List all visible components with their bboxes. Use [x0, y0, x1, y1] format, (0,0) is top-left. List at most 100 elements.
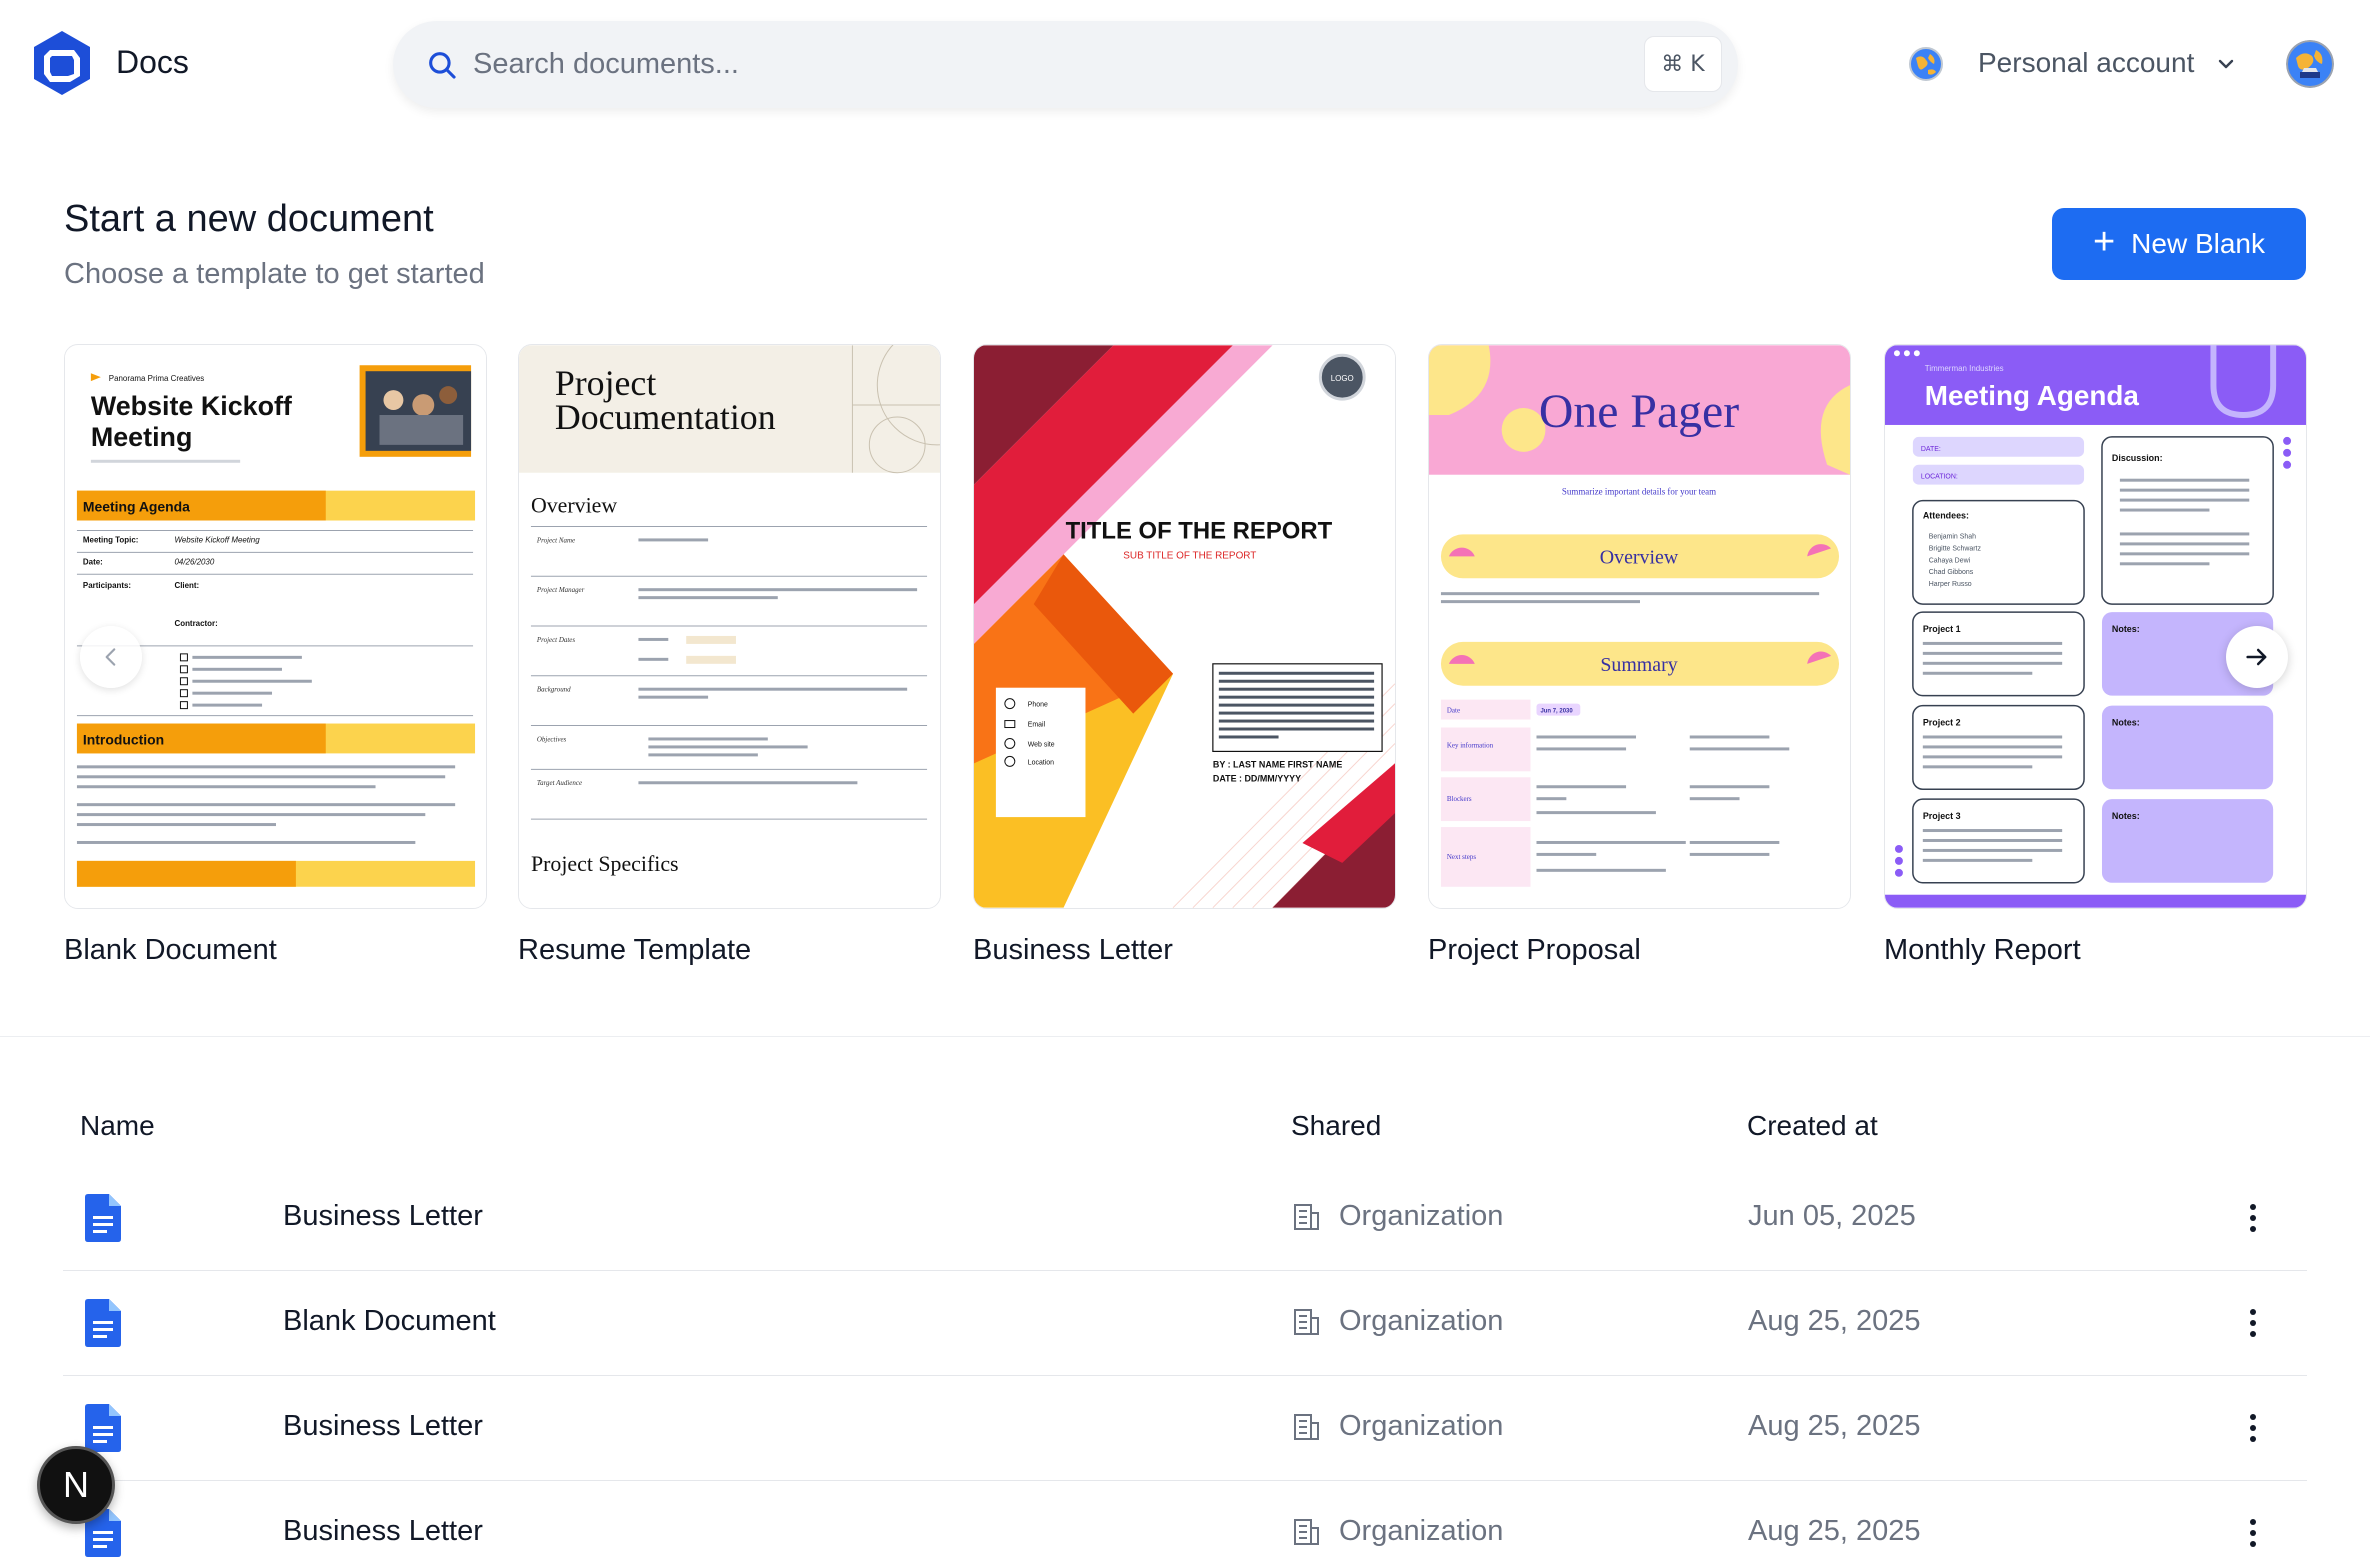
report-contact-email: Email: [1028, 722, 1046, 729]
nextjs-dev-badge[interactable]: N: [37, 1446, 115, 1524]
organization-icon: [1294, 1414, 1319, 1440]
template-card-monthly-report[interactable]: Timmerman Industries Meeting Agenda DATE…: [1884, 344, 2307, 909]
kickoff-row-3: Participants:: [83, 581, 131, 590]
agenda-attendee-5: Harper Russo: [1929, 581, 1972, 588]
more-options-icon[interactable]: [2243, 1198, 2263, 1238]
templates-subtitle: Choose a template to get started: [64, 258, 485, 290]
report-title: TITLE OF THE REPORT: [1066, 517, 1333, 544]
arrow-right-icon: [2246, 648, 2267, 666]
organization-icon: [1294, 1204, 1319, 1230]
created-date: Aug 25, 2025: [1748, 1515, 1921, 1547]
user-avatar[interactable]: [2286, 40, 2334, 88]
agenda-attendee-3: Cahaya Dewi: [1929, 557, 1971, 564]
kickoff-section-intro: Introduction: [83, 731, 164, 747]
onepager-summary: Summary: [1600, 654, 1677, 676]
kickoff-row-1: Meeting Topic:: [83, 535, 139, 544]
account-switcher-label[interactable]: Personal account: [1978, 47, 2194, 79]
kickoff-value-1: Website Kickoff Meeting: [174, 535, 260, 544]
template-label-resume-template[interactable]: Resume Template: [518, 934, 751, 967]
template-card-resume-template[interactable]: Project Documentation Overview Project N…: [518, 344, 941, 909]
agenda-project-1: Project 1: [1923, 624, 1961, 634]
kickoff-brand: Panorama Prima Creatives: [109, 374, 204, 383]
column-header-shared[interactable]: Shared: [1291, 1110, 1381, 1142]
report-date: DATE : DD/MM/YYYY: [1213, 773, 1301, 783]
agenda-attendees-title: Attendees:: [1923, 511, 1969, 521]
projdoc-row-6: Target Audience: [537, 779, 582, 787]
onepager-title: One Pager: [1539, 385, 1739, 438]
app-title: Docs: [116, 44, 189, 80]
table-row[interactable]: Business Letter Organization Aug 25, 202…: [63, 1481, 2307, 1560]
carousel-prev-button[interactable]: [80, 626, 142, 688]
template-preview-meeting-agenda: Timmerman Industries Meeting Agenda DATE…: [1885, 345, 2306, 908]
shared-status: Organization: [1339, 1305, 1504, 1337]
document-name[interactable]: Business Letter: [283, 1515, 483, 1548]
more-options-icon[interactable]: [2243, 1303, 2263, 1343]
kickoff-value-3: Client:: [174, 581, 199, 590]
agenda-field-location: LOCATION:: [1921, 474, 1958, 481]
onepager-date-value: Jun 7, 2030: [1540, 709, 1573, 715]
template-card-blank-document[interactable]: Panorama Prima Creatives Website Kickoff…: [64, 344, 487, 909]
carousel-next-button[interactable]: [2226, 626, 2288, 688]
search-input[interactable]: [473, 41, 1533, 87]
more-options-icon[interactable]: [2243, 1513, 2263, 1553]
agenda-project-2: Project 2: [1923, 718, 1961, 728]
report-logo: LOGO: [1331, 374, 1354, 383]
shared-status: Organization: [1339, 1515, 1504, 1547]
report-contact-location: Location: [1028, 759, 1054, 766]
template-preview-one-pager: One Pager Summarize important details fo…: [1429, 345, 1850, 908]
kickoff-value-4: Contractor:: [174, 619, 217, 628]
plus-icon: +: [2092, 221, 2116, 263]
shared-status: Organization: [1339, 1410, 1504, 1442]
projdoc-title-2: Documentation: [555, 397, 776, 437]
kickoff-title-2: Meeting: [91, 422, 192, 452]
agenda-project-3: Project 3: [1923, 811, 1961, 821]
search-icon: [429, 52, 456, 79]
template-preview-project-doc: Project Documentation Overview Project N…: [519, 345, 940, 908]
agenda-notes-1: Notes:: [2112, 624, 2140, 634]
arrow-left-icon: [105, 648, 116, 666]
onepager-row-next: Next steps: [1447, 853, 1476, 861]
projdoc-row-3: Project Dates: [536, 636, 575, 644]
agenda-field-date: DATE:: [1921, 446, 1941, 453]
document-icon: [85, 1404, 121, 1452]
organization-icon: [1294, 1519, 1319, 1545]
top-bar: Docs ⌘ K Personal account: [0, 0, 2370, 130]
docs-logo-icon[interactable]: [30, 28, 94, 98]
account-globe-icon: [1909, 47, 1943, 81]
agenda-notes-3: Notes:: [2112, 811, 2140, 821]
new-blank-label: New Blank: [2131, 228, 2266, 259]
agenda-notes-2: Notes:: [2112, 718, 2140, 728]
kickoff-title-1: Website Kickoff: [91, 391, 292, 421]
document-name[interactable]: Blank Document: [283, 1305, 496, 1338]
shared-status: Organization: [1339, 1200, 1504, 1232]
search-shortcut-hint: ⌘ K: [1644, 36, 1722, 92]
report-subtitle: SUB TITLE OF THE REPORT: [1123, 550, 1256, 561]
chevron-down-icon[interactable]: [2216, 54, 2236, 74]
templates-title: Start a new document: [64, 198, 434, 240]
template-label-blank-document[interactable]: Blank Document: [64, 934, 277, 967]
template-label-monthly-report[interactable]: Monthly Report: [1884, 934, 2081, 967]
search-bar[interactable]: ⌘ K: [393, 21, 1738, 108]
template-card-project-proposal[interactable]: One Pager Summarize important details fo…: [1428, 344, 1851, 909]
onepager-row-key: Key information: [1447, 741, 1494, 749]
template-label-business-letter[interactable]: Business Letter: [973, 934, 1173, 967]
projdoc-overview: Overview: [531, 493, 617, 518]
agenda-attendee-2: Brigitte Schwartz: [1929, 545, 1982, 552]
document-name[interactable]: Business Letter: [283, 1200, 483, 1233]
created-date: Aug 25, 2025: [1748, 1305, 1921, 1337]
new-blank-button[interactable]: + New Blank: [2052, 208, 2306, 280]
table-row[interactable]: Blank Document Organization Aug 25, 2025: [63, 1271, 2307, 1376]
table-row[interactable]: Business Letter Organization Aug 25, 202…: [63, 1376, 2307, 1481]
template-label-project-proposal[interactable]: Project Proposal: [1428, 934, 1641, 967]
agenda-discussion-title: Discussion:: [2112, 453, 2163, 463]
document-icon: [85, 1194, 121, 1242]
table-row[interactable]: Business Letter Organization Jun 05, 202…: [63, 1166, 2307, 1271]
template-card-business-letter[interactable]: LOGO TITLE OF THE REPORT SUB TITLE OF TH…: [973, 344, 1396, 909]
document-name[interactable]: Business Letter: [283, 1410, 483, 1443]
more-options-icon[interactable]: [2243, 1408, 2263, 1448]
column-header-name[interactable]: Name: [80, 1110, 155, 1142]
agenda-company: Timmerman Industries: [1925, 364, 2004, 373]
onepager-overview: Overview: [1600, 546, 1679, 568]
column-header-created[interactable]: Created at: [1747, 1110, 1878, 1142]
agenda-title: Meeting Agenda: [1925, 380, 2140, 411]
